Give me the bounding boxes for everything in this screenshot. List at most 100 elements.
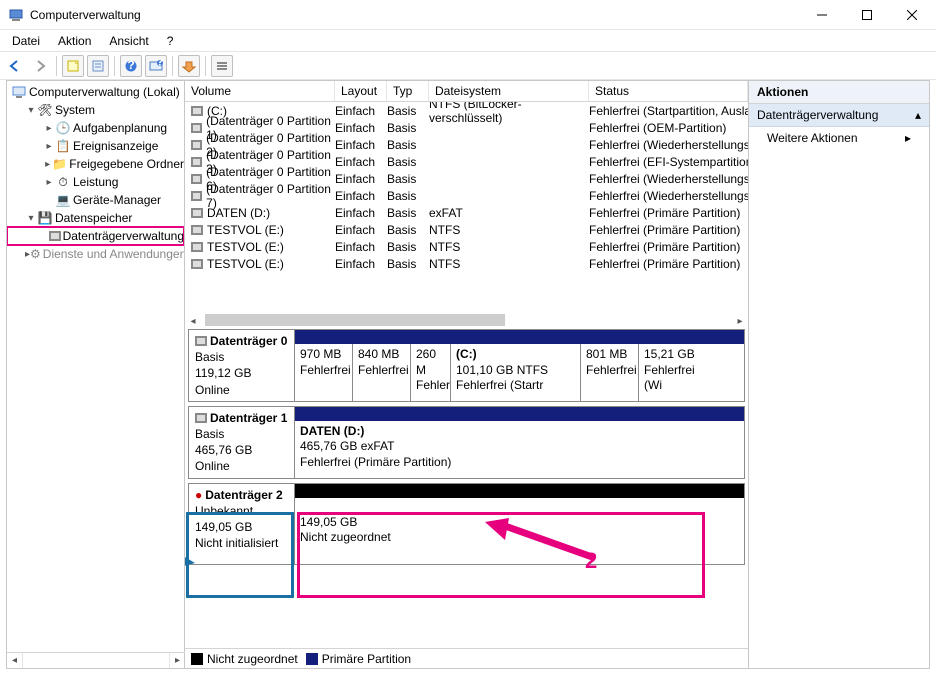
disk-row-1[interactable]: Datenträger 1 Basis 465,76 GB Online DAT… [188,406,745,479]
back-button[interactable] [4,55,26,77]
volume-header: Volume Layout Typ Dateisystem Status [185,81,748,102]
tree-services[interactable]: ▸⚙Dienste und Anwendungen [7,245,184,263]
list-icon[interactable] [211,55,233,77]
volume-row[interactable]: TESTVOL (E:)EinfachBasisNTFSFehlerfrei (… [185,255,748,272]
refresh-icon[interactable] [178,55,200,77]
tree-system[interactable]: ▾🛠System [7,101,184,119]
tree-shared[interactable]: ▸📁Freigegebene Ordner [7,155,184,173]
tools-icon: 🛠 [37,102,53,118]
error-icon: ● [195,487,202,503]
tree-devices[interactable]: 💻Geräte-Manager [7,191,184,209]
part-line2: Fehler [416,378,450,392]
log-icon: 📋 [55,138,71,154]
volume-status: Fehlerfrei (Wiederherstellungspa [589,189,748,203]
disk-size: 149,05 GB [195,519,288,535]
forward-button[interactable] [29,55,51,77]
volume-row[interactable]: TESTVOL (E:)EinfachBasisNTFSFehlerfrei (… [185,221,748,238]
part-line1: 801 MB [586,347,627,361]
collapse-icon[interactable]: ▴ [915,108,921,122]
volume-status: Fehlerfrei (Startpartition, Auslag [589,104,748,118]
scroll-thumb[interactable] [205,314,505,326]
chevron-right-icon[interactable]: ▸ [43,123,55,134]
tree-scheduler[interactable]: ▸🕒Aufgabenplanung [7,119,184,137]
disk-row-0[interactable]: Datenträger 0 Basis 119,12 GB Online 970… [188,329,745,402]
tree-root[interactable]: Computerverwaltung (Lokal) [7,83,184,101]
volume-status: Fehlerfrei (Primäre Partition) [589,223,748,237]
volume-row[interactable]: TESTVOL (E:)EinfachBasisNTFSFehlerfrei (… [185,238,748,255]
volume-row[interactable]: (Datenträger 0 Partition 7)EinfachBasisF… [185,187,748,204]
volume-layout: Einfach [335,104,387,118]
col-status[interactable]: Status [589,81,748,101]
disk-title: Datenträger 1 [210,410,287,426]
volume-scrollbar[interactable]: ◂ ▸ [185,316,748,326]
tree-scrollbar[interactable]: ◂▸ [7,652,185,668]
partition[interactable]: 801 MBFehlerfrei [581,344,639,401]
part-line1: 260 M [416,347,436,377]
volume-status: Fehlerfrei (OEM-Partition) [589,121,748,135]
menu-help[interactable]: ? [159,32,182,50]
volume-layout: Einfach [335,121,387,135]
volume-icon [191,191,202,201]
partition-unallocated[interactable]: 149,05 GB Nicht zugeordnet [295,498,744,564]
chevron-down-icon[interactable]: ▾ [25,213,37,224]
volume-icon [191,259,203,269]
part-line2: Fehlerfrei (Startr [456,378,543,392]
partition[interactable]: (C:)101,10 GB NTFSFehlerfrei (Startr [451,344,581,401]
minimize-button[interactable] [799,0,844,29]
chevron-right-icon[interactable]: ▸ [43,177,55,188]
partition[interactable]: 15,21 GBFehlerfrei (Wi [639,344,719,401]
legend: Nicht zugeordnet Primäre Partition [185,648,748,668]
partition[interactable]: 260 MFehler [411,344,451,401]
volume-icon [191,157,202,167]
col-volume[interactable]: Volume [185,81,335,101]
chevron-right-icon[interactable]: ▸ [43,159,52,170]
volume-name: TESTVOL (E:) [207,223,284,237]
tree-disk-mgmt[interactable]: Datenträgerverwaltung [7,227,184,245]
menu-action[interactable]: Aktion [50,32,99,50]
close-button[interactable] [889,0,934,29]
scroll-right-icon[interactable]: ▸ [169,653,185,668]
tree-events[interactable]: ▸📋Ereignisanzeige [7,137,184,155]
volume-icon [191,123,202,133]
chevron-right-icon[interactable]: ▸ [43,141,55,152]
tree-label: Datenträgerverwaltung [63,229,184,243]
scroll-left-icon[interactable]: ◂ [185,313,201,326]
volume-layout: Einfach [335,138,387,152]
col-fs[interactable]: Dateisystem [429,81,589,101]
col-layout[interactable]: Layout [335,81,387,101]
maximize-button[interactable] [844,0,889,29]
menu-file[interactable]: Datei [4,32,48,50]
volume-status: Fehlerfrei (EFI-Systempartition) [589,155,748,169]
scroll-right-icon[interactable]: ▸ [732,313,748,326]
actions-pane: Aktionen Datenträgerverwaltung ▴ Weitere… [749,81,929,668]
actions-more[interactable]: Weitere Aktionen ▸ [749,127,929,149]
chevron-down-icon[interactable]: ▾ [25,105,37,116]
volume-layout: Einfach [335,155,387,169]
help2-icon[interactable]: ? [145,55,167,77]
tree-perf[interactable]: ▸⏱Leistung [7,173,184,191]
tree-label: Ereignisanzeige [73,139,158,153]
properties-icon[interactable] [87,55,109,77]
notes-icon[interactable] [62,55,84,77]
tree-storage[interactable]: ▾💾Datenspeicher [7,209,184,227]
col-typ[interactable]: Typ [387,81,429,101]
volume-list[interactable]: Volume Layout Typ Dateisystem Status (C:… [185,81,748,326]
tree-label: Dienste und Anwendungen [43,247,185,261]
volume-rows: (C:)EinfachBasisNTFS (BitLocker-verschlü… [185,102,748,316]
partition[interactable]: DATEN (D:) 465,76 GB exFAT Fehlerfrei (P… [295,421,744,478]
volume-status: Fehlerfrei (Primäre Partition) [589,240,748,254]
disk-title: Datenträger 0 [210,333,287,349]
tree-label: Freigegebene Ordner [69,157,184,171]
help-icon[interactable]: ? [120,55,142,77]
partition[interactable]: 970 MBFehlerfrei [295,344,353,401]
gauge-icon: ⏱ [55,174,71,190]
disk-row-2[interactable]: ●Datenträger 2 Unbekannt 149,05 GB Nicht… [188,483,745,565]
part-line1: 149,05 GB [300,515,357,529]
partition[interactable]: 840 MBFehlerfrei [353,344,411,401]
volume-row[interactable]: DATEN (D:)EinfachBasisexFATFehlerfrei (P… [185,204,748,221]
nav-tree[interactable]: Computerverwaltung (Lokal) ▾🛠System ▸🕒Au… [7,81,185,668]
scroll-left-icon[interactable]: ◂ [7,653,23,668]
menu-view[interactable]: Ansicht [101,32,156,50]
actions-group[interactable]: Datenträgerverwaltung ▴ [749,104,929,127]
volume-typ: Basis [387,104,429,118]
